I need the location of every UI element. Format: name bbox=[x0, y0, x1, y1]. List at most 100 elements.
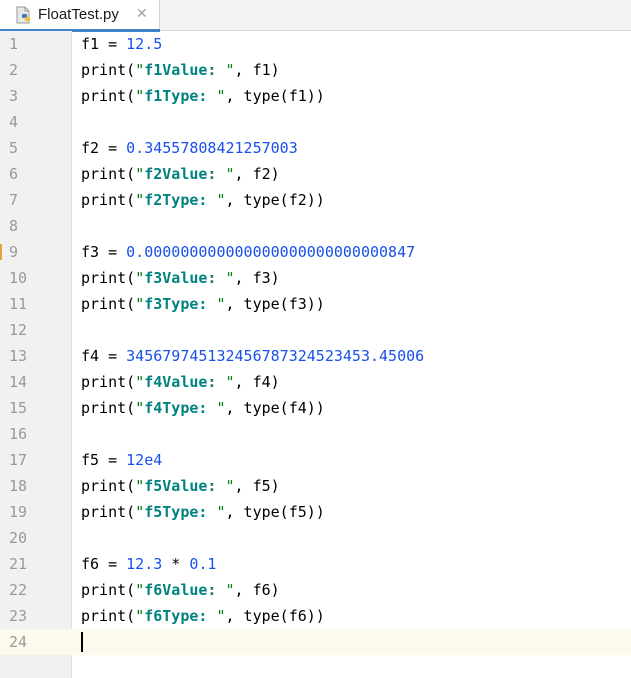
change-marker bbox=[0, 244, 2, 260]
code-line[interactable]: 16 bbox=[0, 421, 631, 447]
code-token: f6Type: bbox=[144, 607, 208, 625]
line-code: print("f2Type: ", type(f2)) bbox=[81, 187, 325, 213]
code-token: 0.34557808421257003 bbox=[126, 139, 298, 157]
line-number: 7 bbox=[9, 191, 19, 209]
code-line[interactable]: 22 print("f6Value: ", f6) bbox=[0, 577, 631, 603]
line-number: 5 bbox=[9, 139, 19, 157]
code-token: f2Type: bbox=[144, 191, 208, 209]
line-number: 22 bbox=[9, 581, 28, 599]
code-token: " bbox=[135, 269, 145, 287]
code-token: , type(f4)) bbox=[225, 399, 325, 417]
line-number: 3 bbox=[9, 87, 19, 105]
code-token: f4 = bbox=[81, 347, 127, 365]
code-token: " bbox=[207, 607, 226, 625]
code-token: " bbox=[216, 61, 235, 79]
line-code: f4 = 345679745132456787324523453.45006 bbox=[81, 343, 424, 369]
code-token: print( bbox=[81, 295, 136, 313]
line-number: 20 bbox=[9, 529, 28, 547]
code-token: , f2) bbox=[234, 165, 280, 183]
code-token: f1Value: bbox=[144, 61, 217, 79]
code-token: 345679745132456787324523453.45006 bbox=[126, 347, 425, 365]
code-line[interactable]: 10 print("f3Value: ", f3) bbox=[0, 265, 631, 291]
code-line[interactable]: 24 bbox=[0, 629, 631, 655]
code-token: print( bbox=[81, 191, 136, 209]
code-token: " bbox=[135, 191, 145, 209]
line-code: print("f1Value: ", f1) bbox=[81, 57, 280, 83]
line-number: 2 bbox=[9, 61, 19, 79]
code-token: " bbox=[216, 269, 235, 287]
line-code: f1 = 12.5 bbox=[81, 31, 162, 57]
code-line[interactable]: 18 print("f5Value: ", f5) bbox=[0, 473, 631, 499]
line-number: 18 bbox=[9, 477, 28, 495]
code-token: print( bbox=[81, 269, 136, 287]
code-line[interactable]: 4 bbox=[0, 109, 631, 135]
line-number: 11 bbox=[9, 295, 28, 313]
line-number: 6 bbox=[9, 165, 19, 183]
code-token: * bbox=[162, 555, 190, 573]
line-number: 15 bbox=[9, 399, 28, 417]
line-number: 13 bbox=[9, 347, 28, 365]
line-code: print("f6Type: ", type(f6)) bbox=[81, 603, 325, 629]
line-code: print("f4Value: ", f4) bbox=[81, 369, 280, 395]
code-line[interactable]: 8 bbox=[0, 213, 631, 239]
code-token: " bbox=[135, 87, 145, 105]
code-line[interactable]: 5 f2 = 0.34557808421257003 bbox=[0, 135, 631, 161]
code-line[interactable]: 2 print("f1Value: ", f1) bbox=[0, 57, 631, 83]
code-token: " bbox=[216, 477, 235, 495]
python-file-icon bbox=[16, 6, 30, 24]
code-line[interactable]: 21 f6 = 12.3 * 0.1 bbox=[0, 551, 631, 577]
line-code: print("f3Value: ", f3) bbox=[81, 265, 280, 291]
code-line[interactable]: 23 print("f6Type: ", type(f6)) bbox=[0, 603, 631, 629]
tab-floattest-py[interactable]: FloatTest.py ✕ bbox=[0, 0, 160, 32]
line-code: print("f5Type: ", type(f5)) bbox=[81, 499, 325, 525]
code-line[interactable]: 13 f4 = 345679745132456787324523453.45006 bbox=[0, 343, 631, 369]
code-token: " bbox=[207, 191, 226, 209]
code-line[interactable]: 12 bbox=[0, 317, 631, 343]
code-token: f4Type: bbox=[144, 399, 208, 417]
code-line[interactable]: 11 print("f3Type: ", type(f3)) bbox=[0, 291, 631, 317]
code-line[interactable]: 3 print("f1Type: ", type(f1)) bbox=[0, 83, 631, 109]
line-code: print("f4Type: ", type(f4)) bbox=[81, 395, 325, 421]
code-line[interactable]: 19 print("f5Type: ", type(f5)) bbox=[0, 499, 631, 525]
code-token: print( bbox=[81, 373, 136, 391]
code-token: 12e4 bbox=[126, 451, 163, 469]
code-token: f5Type: bbox=[144, 503, 208, 521]
code-token: print( bbox=[81, 61, 136, 79]
code-token: print( bbox=[81, 607, 136, 625]
code-token: , f5) bbox=[234, 477, 280, 495]
code-token: , f1) bbox=[234, 61, 280, 79]
code-token: , f4) bbox=[234, 373, 280, 391]
code-token: " bbox=[135, 477, 145, 495]
code-token: " bbox=[216, 373, 235, 391]
code-line[interactable]: 9 f3 = 0.000000000000000000000000000847 bbox=[0, 239, 631, 265]
line-number: 12 bbox=[9, 321, 28, 339]
code-line[interactable]: 15 print("f4Type: ", type(f4)) bbox=[0, 395, 631, 421]
code-line[interactable]: 6 print("f2Value: ", f2) bbox=[0, 161, 631, 187]
code-token: " bbox=[135, 61, 145, 79]
code-editor[interactable]: 1 f1 = 12.5 2 print("f1Value: ", f1) 3 print(… bbox=[0, 31, 631, 678]
code-token: print( bbox=[81, 581, 136, 599]
code-token: 12.5 bbox=[126, 35, 163, 53]
code-line[interactable]: 1 f1 = 12.5 bbox=[0, 31, 631, 57]
code-token: f2 = bbox=[81, 139, 127, 157]
line-number: 14 bbox=[9, 373, 28, 391]
code-token: f6 = bbox=[81, 555, 127, 573]
code-token: , type(f5)) bbox=[225, 503, 325, 521]
code-token: " bbox=[207, 295, 226, 313]
line-code: f2 = 0.34557808421257003 bbox=[81, 135, 298, 161]
code-token: " bbox=[135, 503, 145, 521]
code-token: print( bbox=[81, 503, 136, 521]
editor-tab-bar: FloatTest.py ✕ bbox=[0, 0, 631, 32]
code-token: 0.1 bbox=[189, 555, 217, 573]
line-number: 9 bbox=[9, 243, 19, 261]
code-line[interactable]: 17 f5 = 12e4 bbox=[0, 447, 631, 473]
line-number: 17 bbox=[9, 451, 28, 469]
code-token: " bbox=[216, 581, 235, 599]
close-icon[interactable]: ✕ bbox=[136, 5, 148, 23]
line-code: f5 = 12e4 bbox=[81, 447, 162, 473]
code-line[interactable]: 14 print("f4Value: ", f4) bbox=[0, 369, 631, 395]
text-caret bbox=[81, 632, 83, 652]
code-token: " bbox=[207, 503, 226, 521]
code-line[interactable]: 7 print("f2Type: ", type(f2)) bbox=[0, 187, 631, 213]
code-line[interactable]: 20 bbox=[0, 525, 631, 551]
